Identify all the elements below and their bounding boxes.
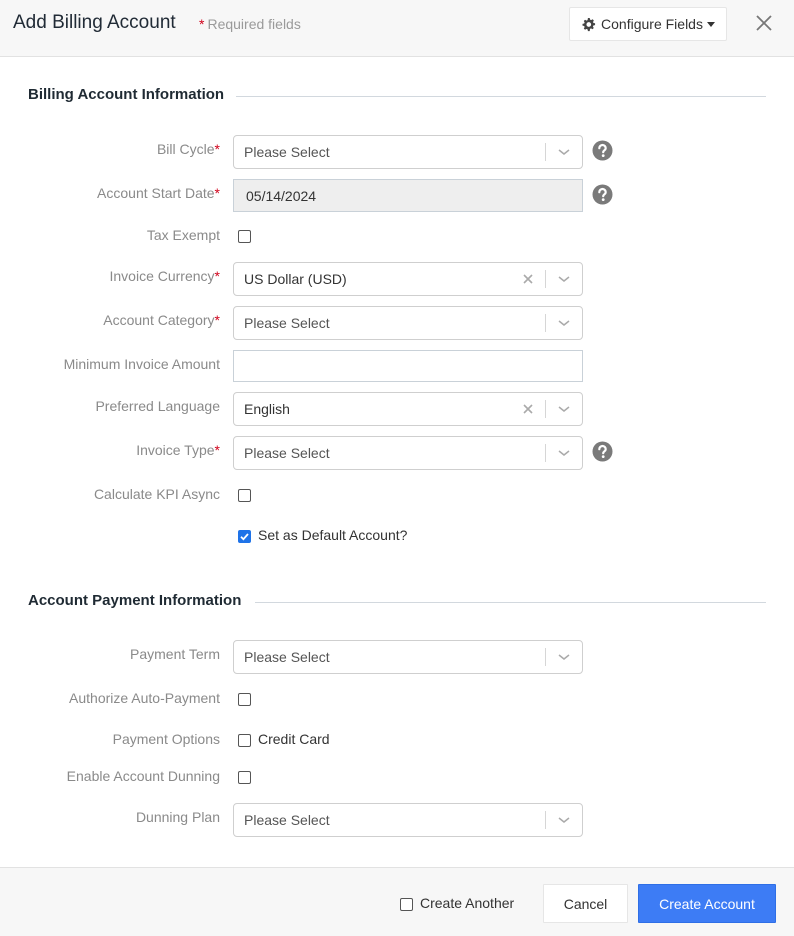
kpi-async-checkbox[interactable] [238,489,251,502]
dunning-plan-value: Please Select [244,812,330,828]
create-another-checkbox[interactable] [400,898,413,911]
section-title-billing: Billing Account Information [28,86,225,103]
chevron-down-icon[interactable] [546,436,582,470]
preferred-language-label: Preferred Language [95,398,220,414]
invoice-currency-value: US Dollar (USD) [244,271,347,287]
start-date-label: Account Start Date* [97,185,220,201]
default-account-label: Set as Default Account? [258,527,408,543]
modal-footer: Create Another Cancel Create Account [0,867,794,936]
chevron-down-icon[interactable] [546,392,582,426]
kpi-async-label: Calculate KPI Async [93,486,220,502]
credit-card-checkbox[interactable] [238,734,251,747]
section-divider [236,96,766,97]
account-category-select[interactable]: Please Select [233,306,583,340]
cancel-button[interactable]: Cancel [543,884,628,923]
bill-cycle-select[interactable]: Please Select [233,135,583,169]
help-icon[interactable] [592,441,613,462]
clear-icon[interactable] [521,402,535,416]
default-account-checkbox[interactable] [238,530,251,543]
payment-term-label: Payment Term [130,646,220,662]
invoice-type-value: Please Select [244,445,330,461]
bill-cycle-value: Please Select [244,144,330,160]
payment-term-select[interactable]: Please Select [233,640,583,674]
preferred-language-value: English [244,401,290,417]
section-divider [255,602,766,603]
bill-cycle-label: Bill Cycle* [156,141,220,157]
chevron-down-icon[interactable] [546,803,582,837]
min-invoice-input[interactable] [233,350,583,382]
chevron-down-icon[interactable] [546,306,582,340]
configure-fields-label: Configure Fields [601,16,703,32]
invoice-currency-label: Invoice Currency* [109,268,221,284]
account-category-label: Account Category* [103,312,220,328]
min-invoice-label: Minimum Invoice Amount [63,356,220,372]
configure-fields-button[interactable]: Configure Fields [569,7,727,41]
tax-exempt-checkbox[interactable] [238,230,251,243]
start-date-input[interactable]: 05/14/2024 [233,179,583,212]
required-note-text: Required fields [207,16,301,32]
chevron-down-icon[interactable] [546,640,582,674]
payment-options-label: Payment Options [112,731,220,747]
dunning-label: Enable Account Dunning [66,768,220,784]
invoice-type-select[interactable]: Please Select [233,436,583,470]
invoice-currency-select[interactable]: US Dollar (USD) [233,262,583,296]
checkmark-icon [240,533,249,541]
modal-title: Add Billing Account [13,12,176,33]
chevron-down-icon[interactable] [546,262,582,296]
chevron-down-icon[interactable] [546,135,582,169]
required-star: * [199,16,205,32]
create-account-button[interactable]: Create Account [638,884,776,923]
required-fields-note: * Required fields [199,16,301,32]
auto-payment-label: Authorize Auto-Payment [69,690,220,706]
dunning-plan-label: Dunning Plan [135,809,220,825]
caret-down-icon [706,21,715,27]
preferred-language-select[interactable]: English [233,392,583,426]
dunning-plan-select[interactable]: Please Select [233,803,583,837]
modal-header: Add Billing Account * Required fields Con… [0,0,794,57]
help-icon[interactable] [592,140,613,161]
section-title-payment: Account Payment Information [28,592,242,609]
tax-exempt-label: Tax Exempt [146,227,220,243]
account-category-value: Please Select [244,315,330,331]
close-icon[interactable] [754,13,774,33]
clear-icon[interactable] [521,272,535,286]
credit-card-label: Credit Card [258,731,330,747]
invoice-type-label: Invoice Type* [136,442,220,458]
auto-payment-checkbox[interactable] [238,693,251,706]
dunning-checkbox[interactable] [238,771,251,784]
payment-term-value: Please Select [244,649,330,665]
create-another-label: Create Another [420,895,515,911]
help-icon[interactable] [592,184,613,205]
gear-icon [582,17,596,31]
